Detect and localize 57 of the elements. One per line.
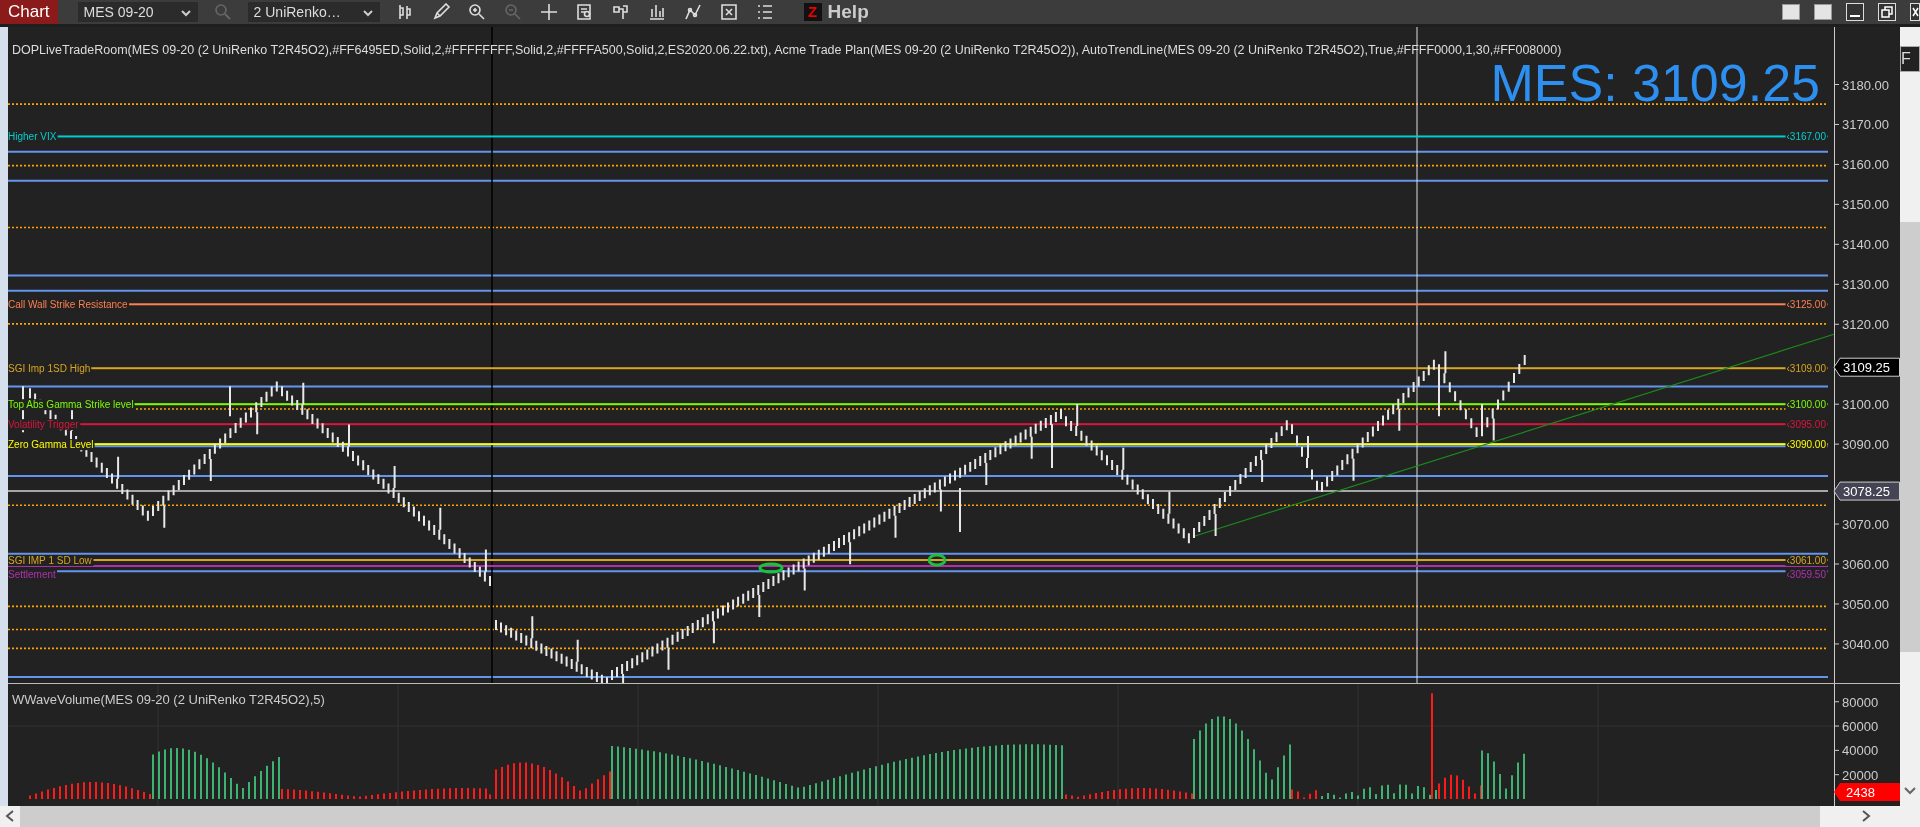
axis-label: 3050.00 (1842, 597, 1889, 612)
axis-label: 3040.00 (1842, 636, 1889, 652)
level-price-label: ‹3125.00 (1786, 299, 1826, 311)
chart-cross-icon[interactable] (718, 3, 739, 21)
level-label: Call Wall Strike Resistance (8, 299, 128, 311)
ellipse-marker (758, 562, 784, 574)
axis-label: 3170.00 (1842, 117, 1889, 133)
axis-label: 40000 (1842, 743, 1879, 759)
crosshair-icon[interactable] (538, 3, 559, 21)
level-label: Zero Gamma Level (8, 439, 94, 451)
side-tab[interactable]: F (1900, 46, 1920, 72)
close-icon[interactable] (1910, 3, 1920, 21)
level-price-label: ‹3059.50 (1786, 569, 1826, 580)
axis-label: 3100.00 (1842, 397, 1889, 413)
level-label: Volatility Trigger (8, 419, 79, 431)
axis-label: 3060.00 (1842, 557, 1889, 572)
volume-badge: 2438 (1834, 783, 1900, 802)
dropdown[interactable]: 2 UniRenko… (247, 2, 380, 22)
level-price-label: ‹3167.00 (1786, 131, 1826, 143)
axis-label: 3070.00 (1842, 517, 1889, 533)
level-label: SGI IMP 1 SD Low (8, 555, 92, 566)
axis-label: 3120.00 (1842, 317, 1889, 333)
axis-label: 3130.00 (1842, 277, 1889, 293)
scrollbar-thumb[interactable] (20, 806, 1820, 827)
axis-label: 3180.00 (1842, 77, 1889, 93)
chart-tab[interactable]: Chart (0, 0, 58, 24)
data-box-icon[interactable] (610, 3, 631, 21)
axis-label: 3090.00 (1842, 437, 1889, 453)
price-badge: 3078.25 (1833, 481, 1900, 501)
axis-label: 3160.00 (1842, 157, 1889, 173)
level-label: Higher VIX (8, 131, 57, 143)
price-display: MES: 3109.25 (1490, 57, 1820, 109)
indicator-label: DOPLiveTradeRoom(MES 09-20 (2 UniRenko T2R45O2),#FF6495ED,Solid,2,#FFFFFFFF,Solid,2,#FFFFA500,Solid,2,ES2020.06.22.txt), Acme Trade Plan(MES 09-20 (2 UniRenko T2R45O2)), AutoTrendLine(MES 09-20 (2 UniRenko T2R45O2),True,#FFFF0000,1,30,#FF008000) (12, 42, 1562, 59)
dropdown[interactable]: MES 09-20 (77, 2, 198, 22)
level-price-label: ‹3095.00 (1786, 419, 1826, 431)
level-price-label: ‹3061.00 (1786, 555, 1826, 566)
price-badge: 3109.25 (1833, 357, 1900, 377)
level-label: Top Abs Gamma Strike level (8, 399, 134, 411)
restore-icon[interactable] (1878, 3, 1896, 21)
axis-label: 60000 (1842, 719, 1879, 735)
level-price-label: ‹3100.00 (1786, 399, 1826, 411)
minimize-icon[interactable] (1846, 3, 1864, 21)
scrollbar-thumb[interactable] (1900, 222, 1920, 652)
line-nodes-icon[interactable] (682, 3, 703, 21)
ellipse-marker (927, 553, 947, 567)
zoom-in-icon[interactable] (466, 3, 487, 21)
axis-label: 20000 (1842, 767, 1879, 783)
help-link[interactable]: Help (827, 0, 869, 27)
level-label: Settlement (8, 569, 56, 580)
logo: Z (803, 3, 822, 21)
level-price-label: ‹3109.00 (1786, 363, 1826, 375)
level-label: SGI Imp 1SD High (8, 363, 91, 375)
indicator-label: WWaveVolume(MES 09-20 (2 UniRenko T2R45O2),5) (12, 691, 325, 709)
axis-label: 3150.00 (1842, 197, 1889, 213)
level-price-label: ‹3090.00 (1786, 439, 1826, 451)
axis-label: 80000 (1842, 694, 1879, 710)
axis-label: 3140.00 (1842, 237, 1889, 253)
